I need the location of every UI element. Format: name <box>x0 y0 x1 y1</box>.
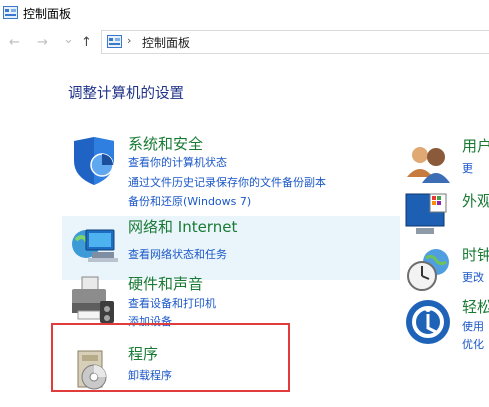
network-globe-icon[interactable] <box>68 218 120 270</box>
window-title: 控制面板 <box>23 7 72 21</box>
optimize-display-link[interactable]: 优化 <box>462 336 484 352</box>
back-button[interactable]: ← <box>9 35 20 51</box>
view-network-status-link[interactable]: 查看网络状态和任务 <box>128 246 227 262</box>
file-history-backup-link[interactable]: 通过文件历史记录保存你的文件备份副本 <box>128 174 326 190</box>
change-date-time-link[interactable]: 更改 <box>462 269 484 285</box>
ease-of-access-icon[interactable] <box>404 298 452 346</box>
appearance-title-link[interactable]: 外观 <box>462 190 489 211</box>
up-button[interactable]: ↑ <box>81 35 92 51</box>
ease-of-access-title-link[interactable]: 轻松 <box>462 296 489 317</box>
address-bar[interactable]: › 控制面板 <box>101 30 489 54</box>
view-devices-printers-link[interactable]: 查看设备和打印机 <box>128 295 216 311</box>
page-title: 调整计算机的设置 <box>68 86 184 102</box>
user-accounts-title-link[interactable]: 用户 <box>462 135 489 156</box>
recent-locations-chevron-down-icon[interactable]: ⌄ <box>63 32 74 48</box>
control-panel-icon <box>107 35 122 48</box>
network-internet-title-link[interactable]: 网络和 Internet <box>128 216 237 237</box>
clock-globe-icon[interactable] <box>404 246 452 294</box>
breadcrumb-separator-icon[interactable]: › <box>127 34 131 47</box>
category-system-security: 系统和安全 查看你的计算机状态 通过文件历史记录保存你的文件备份副本 备份和还原… <box>62 133 400 208</box>
title-bar: 控制面板 <box>0 0 489 28</box>
breadcrumb-control-panel[interactable]: 控制面板 <box>142 34 190 51</box>
user-accounts-icon[interactable] <box>404 137 452 185</box>
printer-icon[interactable] <box>68 275 120 327</box>
forward-button[interactable]: → <box>37 35 48 51</box>
backup-restore-link[interactable]: 备份和还原(Windows 7) <box>128 193 251 209</box>
system-security-title-link[interactable]: 系统和安全 <box>128 133 203 154</box>
category-network-internet: 网络和 Internet 查看网络状态和任务 <box>62 216 400 280</box>
clock-region-title-link[interactable]: 时钟 <box>462 244 489 265</box>
view-computer-status-link[interactable]: 查看你的计算机状态 <box>128 154 227 170</box>
change-account-type-link[interactable]: 更 <box>462 160 473 176</box>
appearance-monitor-icon[interactable] <box>404 192 452 240</box>
hardware-sound-title-link[interactable]: 硬件和声音 <box>128 273 203 294</box>
category-ease-of-access: 轻松 使用 优化 <box>402 296 489 360</box>
highlight-annotation-box <box>51 323 290 392</box>
control-panel-icon <box>3 6 18 19</box>
security-shield-icon[interactable] <box>68 135 120 187</box>
use-recommended-settings-link[interactable]: 使用 <box>462 318 484 334</box>
